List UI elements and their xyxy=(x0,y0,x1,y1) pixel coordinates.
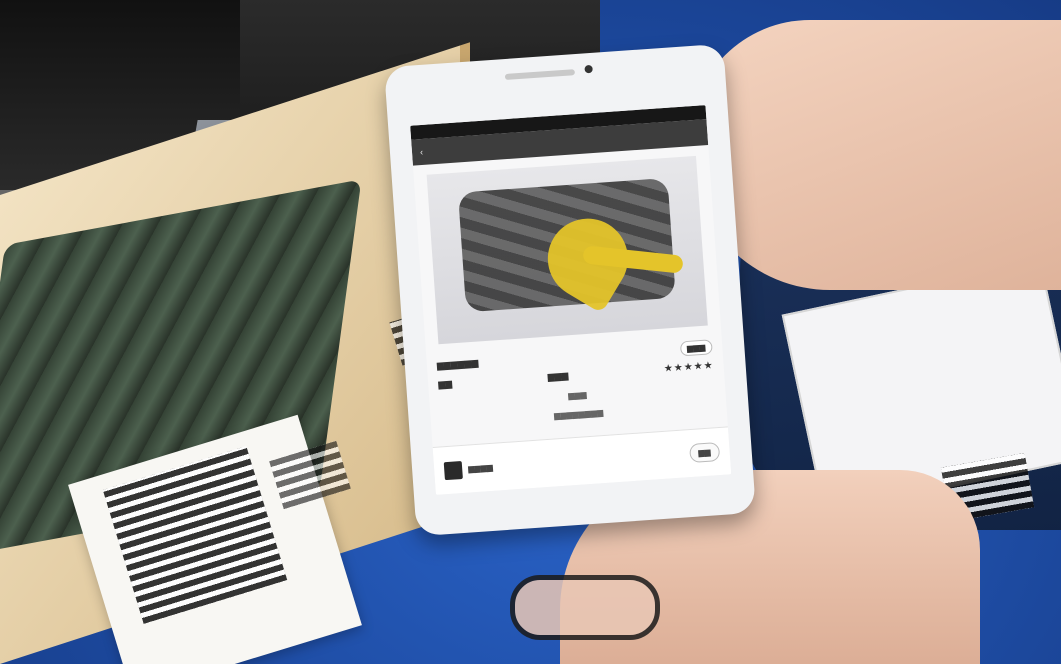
tablet: ‹ ▆▆▆▆▆▆ ▆▆▆ ▆▆ ▆▆▆ ★★★★★ ▆▆▆ ▆▆▆▆▆▆▆▆ ▆… xyxy=(384,43,756,537)
sandal xyxy=(510,575,660,640)
rating-stars: ★★★★★ xyxy=(663,360,715,375)
vendor-block: ▆▆▆▆ xyxy=(443,458,494,480)
vendor-text-blur: ▆▆▆▆ xyxy=(467,462,494,474)
footer-button[interactable]: ▆▆ xyxy=(688,441,721,464)
meta-left-blur: ▆▆ xyxy=(437,378,453,390)
meta-mid-blur: ▆▆▆ xyxy=(547,370,569,382)
tablet-camera xyxy=(584,64,593,74)
vendor-logo xyxy=(443,460,463,480)
action-pill[interactable]: ▆▆▆ xyxy=(679,339,713,357)
product-name-blur: ▆▆▆▆▆▆ xyxy=(436,357,479,371)
right-hand xyxy=(690,20,1061,290)
photo-scene: ‹ ▆▆▆▆▆▆ ▆▆▆ ▆▆ ▆▆▆ ★★★★★ ▆▆▆ ▆▆▆▆▆▆▆▆ ▆… xyxy=(0,0,1061,664)
tablet-screen: ‹ ▆▆▆▆▆▆ ▆▆▆ ▆▆ ▆▆▆ ★★★★★ ▆▆▆ ▆▆▆▆▆▆▆▆ ▆… xyxy=(410,105,732,495)
product-image xyxy=(426,155,708,345)
tablet-speaker xyxy=(504,69,576,81)
back-icon[interactable]: ‹ xyxy=(420,147,424,157)
